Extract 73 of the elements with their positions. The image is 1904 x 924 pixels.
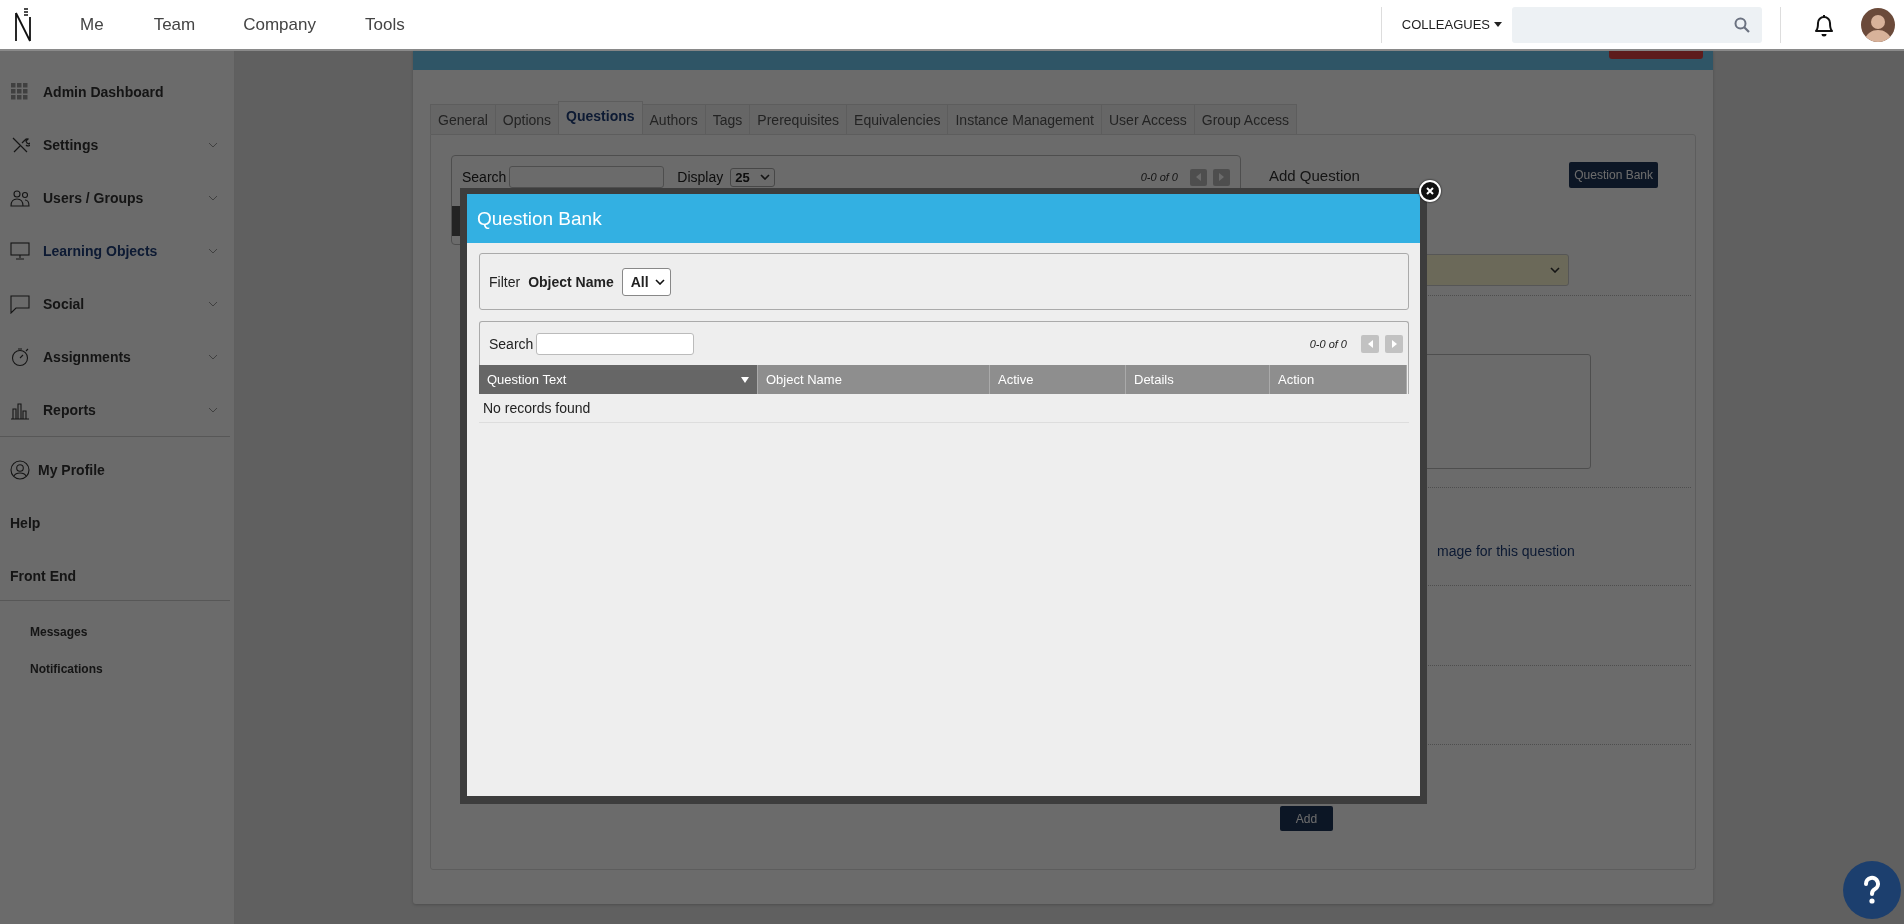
sidebar-item[interactable]: Users / Groups [0,171,234,224]
tab[interactable]: Authors [641,104,706,134]
column-header[interactable]: Details [1126,365,1270,394]
stopwatch-icon [10,346,30,367]
monitor-icon [10,240,30,261]
search-icon [1734,16,1750,33]
tab[interactable]: General [430,104,496,134]
search-input[interactable] [509,166,665,188]
previous-button[interactable] [1361,334,1379,353]
sort-down-icon [741,376,749,383]
modal-title: Question Bank [467,194,1420,243]
search-label: Search [489,335,534,352]
sidebar-item[interactable]: Assignments [0,330,234,383]
filter-label: Filter [489,273,521,290]
sidebar-item[interactable]: Learning Objects [0,224,234,277]
search-field[interactable] [1512,6,1762,43]
chevron-icon [1550,267,1560,273]
question-mark-icon [1862,875,1882,905]
tab[interactable]: Equivalencies [846,104,949,134]
right-arrow-icon [1218,172,1225,182]
empty-message: No records found [479,394,1409,423]
nav-link[interactable]: Tools [364,14,405,35]
column-header[interactable]: Active [990,365,1126,394]
colleagues-menu[interactable]: COLLEAGUES [1401,17,1502,32]
chevron-icon [759,174,770,180]
column-header[interactable]: Action [1270,365,1407,394]
sidebar-item[interactable]: My Profile [0,443,234,496]
pager-count: 0-0 of 0 [1140,171,1178,183]
tab[interactable]: Instance Management [947,104,1102,134]
avatar[interactable] [1861,7,1895,42]
nav-link[interactable]: Company [243,14,316,35]
tab[interactable]: Prerequisites [749,104,848,134]
tab[interactable]: Tags [704,104,751,134]
sidebar-item[interactable]: Social [0,277,234,330]
sidebar-item[interactable]: Settings [0,118,234,171]
question-bank-button[interactable]: Question Bank [1569,162,1658,188]
speech-bubble-icon [10,293,30,314]
sidebar-item[interactable]: Admin Dashboard [0,65,234,118]
users-icon [10,187,30,208]
grid-icon [10,81,30,102]
nav-link[interactable]: Me [80,14,104,35]
display-select[interactable]: 25 [730,167,775,187]
add-button[interactable]: Add [1280,806,1333,831]
section-title: Add Question [1269,166,1360,184]
display-label: Display [677,169,724,185]
left-arrow-icon [1195,172,1202,182]
sidebar-link[interactable]: Notifications [0,650,234,687]
sidebar-item[interactable]: Reports [0,383,234,436]
column-header[interactable]: Question Text [479,365,758,394]
nav-link[interactable]: Team [153,14,196,35]
chevron-icon [654,278,665,285]
sidebar-item[interactable]: Help [0,496,234,549]
left-arrow-icon [1366,338,1374,349]
field-label: Object Name [528,273,614,290]
right-arrow-icon [1390,338,1398,349]
delete-button[interactable] [1609,51,1703,59]
object-name-select[interactable]: All [621,267,671,296]
pager-count: 0-0 of 0 [1309,337,1347,350]
sidebar-link[interactable]: Messages [0,613,234,650]
previous-button[interactable] [1190,168,1207,186]
tab[interactable]: Group Access [1193,104,1297,134]
next-button[interactable] [1385,334,1403,353]
image-hint: mage for this question [1437,543,1576,559]
next-button[interactable] [1213,168,1230,186]
search-input[interactable] [536,332,695,355]
caret-icon [1494,22,1502,27]
close-icon [1426,187,1434,195]
profile-icon [10,459,30,480]
tab[interactable]: Options [494,104,560,134]
tab[interactable]: User Access [1101,104,1195,134]
column-header[interactable]: Object Name [758,365,990,394]
logo-icon [14,6,32,43]
search-label: Search [462,169,507,185]
